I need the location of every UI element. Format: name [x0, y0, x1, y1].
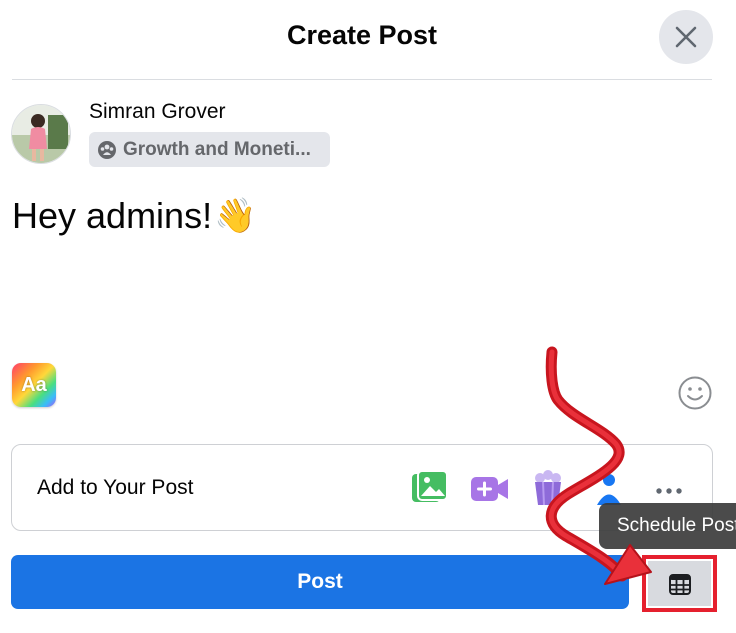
- waving-hand-emoji: 👋: [214, 196, 257, 236]
- live-video-icon: [471, 477, 508, 501]
- audience-selector[interactable]: Growth and Moneti...: [89, 132, 330, 167]
- calendar-icon: [668, 573, 691, 595]
- avatar[interactable]: [11, 104, 71, 164]
- tag-people-icon: [597, 474, 621, 505]
- more-icon: [656, 488, 682, 494]
- popcorn-icon: [535, 470, 561, 506]
- close-button[interactable]: [659, 10, 713, 64]
- text-background-button[interactable]: Aa: [12, 363, 56, 407]
- audience-label: Growth and Moneti...: [123, 138, 311, 160]
- close-icon: [675, 26, 697, 48]
- post-text: Hey admins!: [12, 195, 213, 236]
- schedule-highlight-box: [642, 555, 717, 612]
- smiley-icon: [678, 376, 712, 410]
- dialog-title: Create Post: [286, 20, 438, 50]
- live-video-button[interactable]: [471, 476, 509, 507]
- more-options-button[interactable]: [655, 483, 683, 501]
- watch-party-button[interactable]: [532, 470, 564, 511]
- add-to-post-label: Add to Your Post: [37, 476, 194, 499]
- group-icon: [98, 140, 116, 159]
- post-text-area[interactable]: Hey admins! 👋: [12, 195, 256, 237]
- user-name[interactable]: Simran Grover: [89, 100, 226, 124]
- post-button[interactable]: Post: [11, 555, 629, 609]
- header-divider: [12, 79, 712, 80]
- schedule-post-button[interactable]: [648, 561, 711, 606]
- schedule-tooltip: Schedule Post: [599, 503, 736, 549]
- photo-video-icon: [412, 470, 448, 502]
- text-style-label: Aa: [21, 373, 47, 396]
- photo-video-button[interactable]: [411, 470, 449, 511]
- dialog-header: Create Post: [0, 0, 736, 80]
- emoji-picker-button[interactable]: [677, 375, 713, 411]
- profile-photo: [12, 105, 70, 163]
